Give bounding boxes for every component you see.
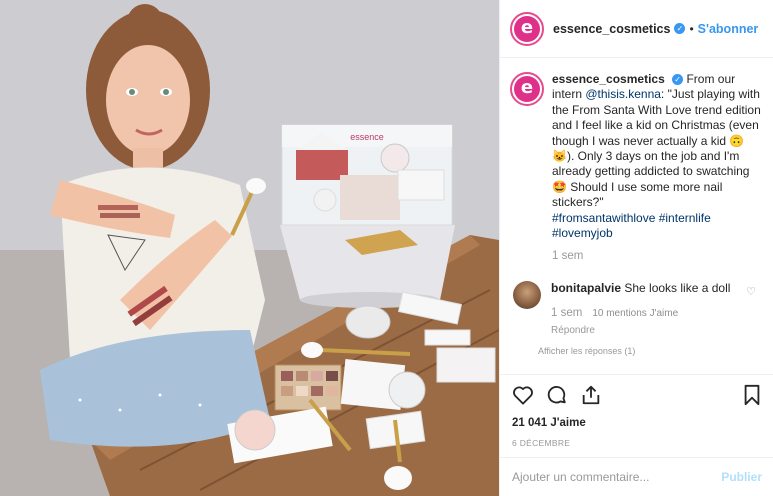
verified-badge-icon: ✓ [674, 23, 686, 34]
comment-item: bonitapalvie She looks like a doll 1 sem… [510, 280, 762, 338]
brand-avatar-icon: e [514, 15, 540, 42]
comment-input[interactable] [512, 470, 722, 484]
verified-badge-icon: ✓ [672, 74, 684, 86]
comment-heart-icon[interactable]: ♡ [746, 285, 756, 298]
caption-text-2: : "Just playing with the From Santa With… [552, 87, 761, 210]
caption-body: essence_cosmetics ✓ From our intern @thi… [552, 72, 762, 265]
comment-text: She looks like a doll [624, 280, 731, 295]
commenter-avatar[interactable] [513, 280, 541, 309]
bookmark-icon[interactable] [742, 384, 762, 409]
post-photo[interactable]: essence [0, 0, 499, 496]
comment-body: bonitapalvie She looks like a doll 1 sem… [551, 281, 731, 338]
post-header: e essence_cosmetics ✓ • S'abonner [500, 0, 773, 58]
comment-username[interactable]: bonitapalvie [551, 281, 621, 295]
heart-icon[interactable] [512, 385, 534, 408]
post-side-panel: e essence_cosmetics ✓ • S'abonner e esse… [499, 0, 773, 496]
caption-time: 1 sem [552, 250, 584, 263]
caption-avatar[interactable]: e [510, 72, 544, 106]
caption-hashtags[interactable]: #fromsantawithlove #internlife #lovemyjo… [552, 211, 762, 242]
caption: e essence_cosmetics ✓ From our intern @t… [510, 72, 762, 265]
publish-button[interactable]: Publier [721, 470, 762, 484]
action-icons [512, 383, 762, 409]
comment-meta: 1 sem 10 mentions J'aime [551, 306, 731, 321]
share-icon[interactable] [580, 384, 602, 409]
view-replies-link[interactable]: Afficher les réponses (1) [538, 346, 762, 356]
comment-composer: Publier [500, 457, 773, 496]
brand-avatar-icon: e [514, 76, 540, 102]
caption-username[interactable]: essence_cosmetics [552, 72, 665, 86]
author-avatar[interactable]: e [510, 11, 544, 46]
post-actions: 21 041 J'aime 6 DÉCEMBRE [500, 374, 773, 456]
comment-likes[interactable]: 10 mentions J'aime [592, 306, 678, 321]
brand-logo: essence [350, 132, 384, 142]
comment-time: 1 sem [551, 307, 583, 320]
post-date[interactable]: 6 DÉCEMBRE [512, 438, 762, 448]
reply-button[interactable]: Répondre [551, 323, 731, 338]
likes-count[interactable]: 21 041 J'aime [512, 417, 762, 429]
comment-icon[interactable] [546, 384, 568, 409]
post-image: essence [0, 0, 499, 496]
author-username[interactable]: essence_cosmetics [553, 22, 670, 36]
follow-button[interactable]: S'abonner [698, 22, 759, 36]
comments-section[interactable]: e essence_cosmetics ✓ From our intern @t… [500, 58, 773, 374]
caption-mention[interactable]: @thisis.kenna [585, 87, 661, 101]
separator-dot: • [689, 21, 694, 36]
